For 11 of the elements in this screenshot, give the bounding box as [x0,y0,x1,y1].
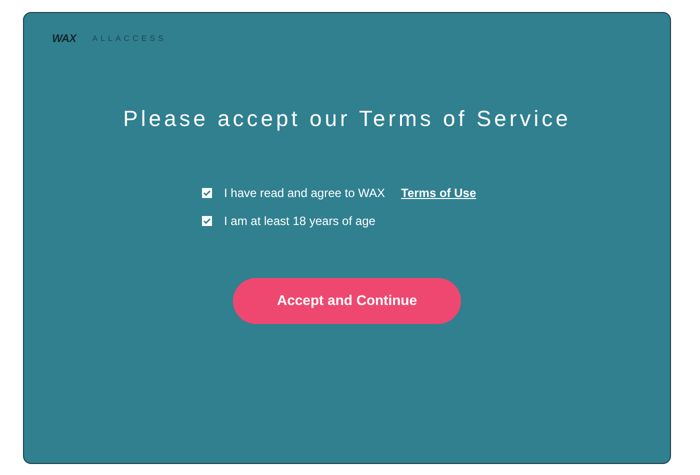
checkbox[interactable] [202,188,212,198]
logo: WAX [52,32,76,47]
brand-name: ALLACCESS [92,33,166,46]
agreement-label: I am at least 18 years of age [224,212,376,230]
checkbox[interactable] [202,216,212,226]
checkmark-icon [203,216,211,224]
checkmark-icon [203,188,211,196]
page-title: Please accept our Terms of Service [122,104,572,133]
terms-link[interactable]: Terms of Use [401,184,476,202]
accept-button[interactable]: Accept and Continue [233,278,461,324]
agreement-label: I have read and agree to WAX [224,184,385,202]
